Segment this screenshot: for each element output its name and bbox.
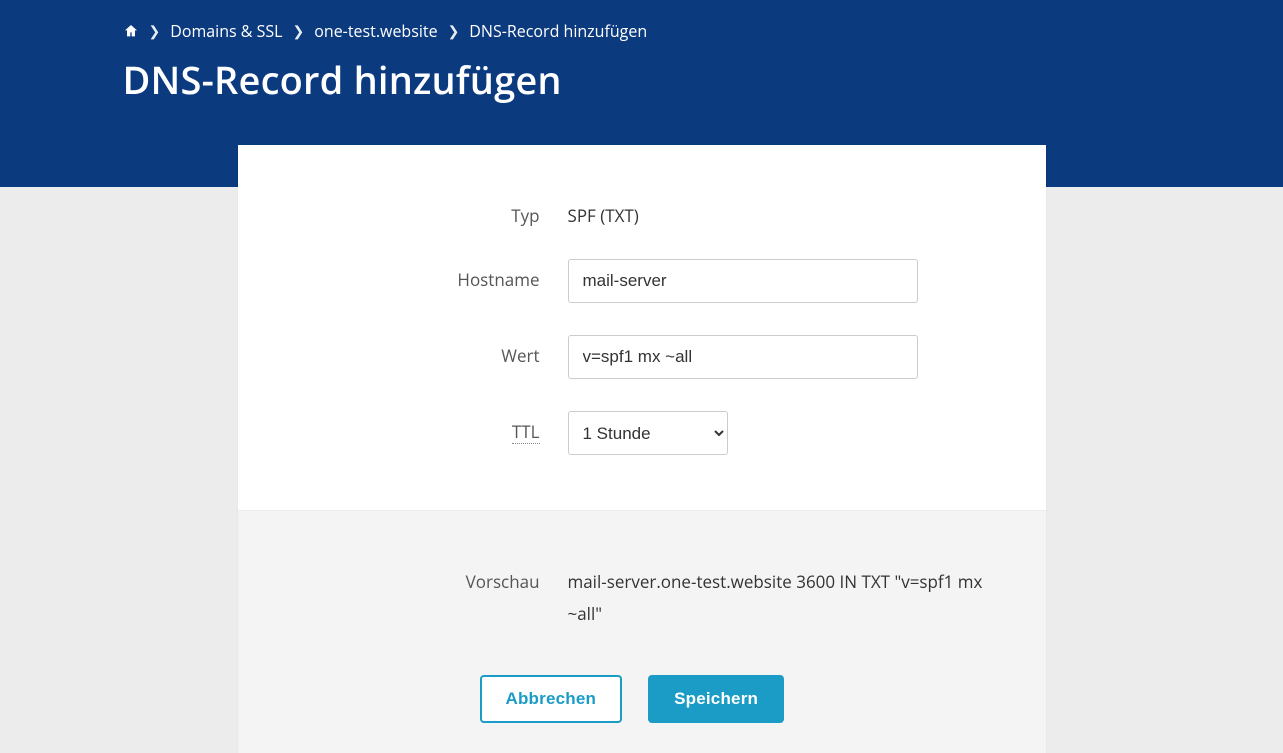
breadcrumb-domain[interactable]: one-test.website [314,20,437,42]
hostname-input[interactable] [568,259,918,303]
form-card: Typ SPF (TXT) Hostname Wert TTL 1 Stunde [238,145,1046,753]
chevron-right-icon: ❯ [149,22,161,41]
preview-label: Vorschau [278,561,568,593]
breadcrumb: ❯ Domains & SSL ❯ one-test.website ❯ DNS… [123,20,1167,42]
type-label: Typ [278,195,568,227]
chevron-right-icon: ❯ [293,22,305,41]
preview-text: mail-server.one-test.website 3600 IN TXT… [568,561,1006,631]
page-title: DNS-Record hinzufügen [123,54,1167,106]
breadcrumb-domains-ssl[interactable]: Domains & SSL [170,20,282,42]
cancel-button[interactable]: Abbrechen [480,675,623,723]
ttl-select[interactable]: 1 Stunde [568,411,728,455]
chevron-right-icon: ❯ [448,22,460,41]
breadcrumb-current: DNS-Record hinzufügen [469,20,647,42]
hostname-label: Hostname [278,259,568,291]
save-button[interactable]: Speichern [648,675,784,723]
home-icon[interactable] [123,23,139,39]
ttl-label: TTL [278,411,568,443]
value-label: Wert [278,335,568,367]
value-input[interactable] [568,335,918,379]
type-value: SPF (TXT) [568,195,639,227]
